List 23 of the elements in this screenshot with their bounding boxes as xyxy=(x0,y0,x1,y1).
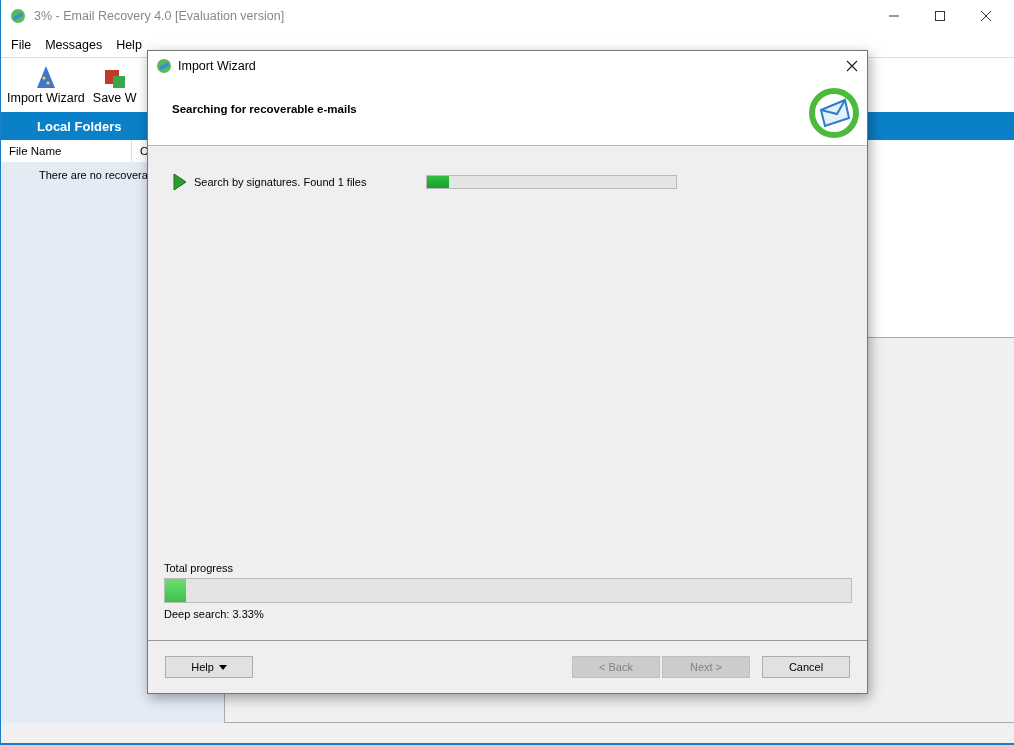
play-arrow-icon xyxy=(173,173,187,191)
menu-item[interactable]: Messages xyxy=(45,37,103,52)
progress-label: Total progress xyxy=(164,562,235,574)
app-logo-icon xyxy=(156,58,172,74)
menu-item[interactable]: File xyxy=(11,37,32,52)
maximize-icon[interactable] xyxy=(934,10,946,22)
menu-item[interactable]: Help xyxy=(116,37,142,52)
caret-icon xyxy=(218,664,227,670)
progress-status: Deep search: 3.33% xyxy=(164,608,265,620)
close-icon[interactable] xyxy=(980,10,992,22)
empty-message: There are no recovera xyxy=(38,168,149,181)
window-title: 3% - Email Recovery 4.0 [Evaluation version] xyxy=(34,9,285,23)
toolbar-button[interactable]: Save W xyxy=(90,64,139,112)
column-header[interactable]: File Name xyxy=(1,140,132,162)
task-label: Search by signatures. Found 1 files xyxy=(194,176,368,188)
close-icon[interactable] xyxy=(846,60,858,72)
toolbar-button[interactable]: Import Wizard xyxy=(5,64,87,112)
dialog-title: Import Wizard xyxy=(178,59,256,73)
app-logo-icon xyxy=(10,8,26,24)
dialog-button[interactable]: Cancel xyxy=(762,656,850,678)
envelope-logo-icon xyxy=(809,88,859,138)
help-button[interactable]: Help xyxy=(165,656,253,678)
dialog-heading: Searching for recoverable e-mails xyxy=(172,103,357,115)
